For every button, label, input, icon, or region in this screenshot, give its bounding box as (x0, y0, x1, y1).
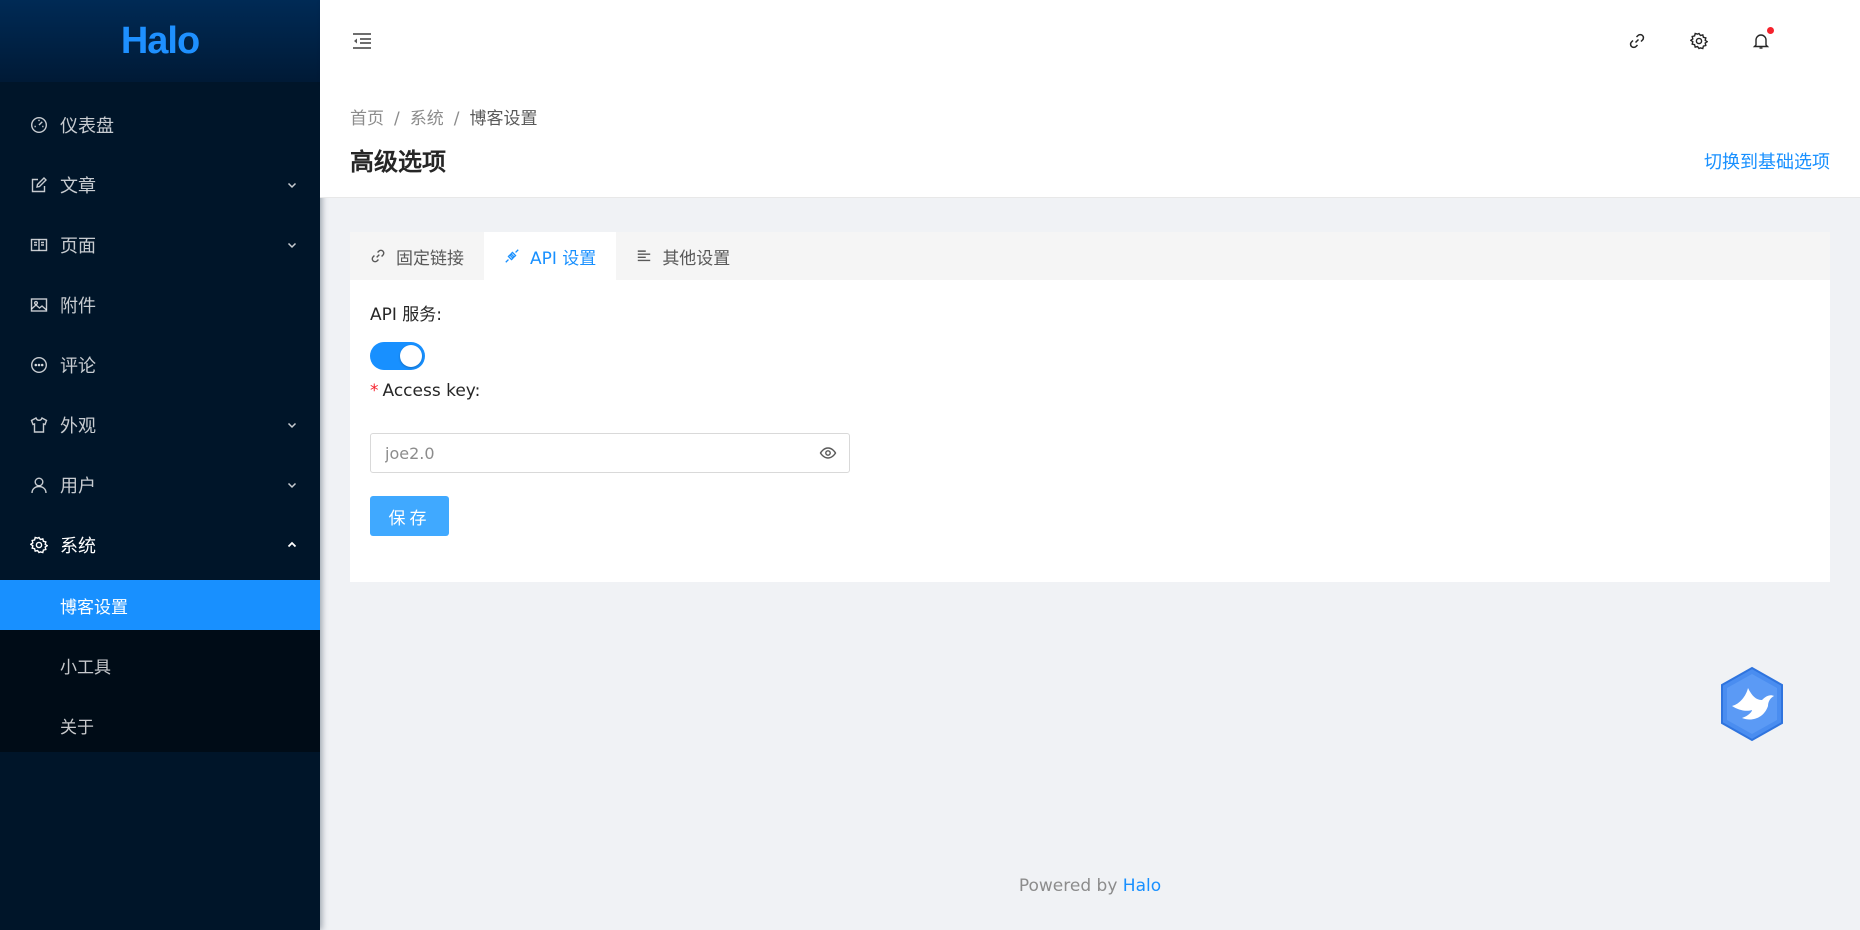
switch-basic-options-link[interactable]: 切换到基础选项 (1704, 148, 1830, 174)
floating-helper-bird-icon[interactable] (1718, 666, 1786, 742)
page-title: 高级选项 (350, 148, 446, 176)
breadcrumb-system[interactable]: 系统 (410, 109, 444, 129)
sidebar-item-posts[interactable]: 文章 (0, 160, 320, 210)
chevron-down-icon (286, 179, 298, 191)
sidebar-item-users[interactable]: 用户 (0, 460, 320, 510)
switch-knob (400, 345, 422, 367)
bell-icon[interactable] (1752, 27, 1774, 50)
sidebar-item-label: 页面 (60, 236, 96, 257)
sidebar-item-label: 用户 (60, 476, 96, 497)
tab-permalink[interactable]: 固定链接 (350, 232, 484, 280)
link-icon (370, 248, 386, 264)
access-key-input[interactable] (371, 434, 819, 472)
message-icon (30, 356, 48, 374)
breadcrumb-current: 博客设置 (469, 109, 538, 129)
sidebar: Halo 仪表盘 文章 页面 附件 评论 外观 用户 系统 博客设置 小工具 关… (0, 0, 320, 930)
footer-halo-link[interactable]: Halo (1123, 876, 1161, 896)
sidebar-item-tools[interactable]: 小工具 (0, 640, 320, 690)
chevron-up-icon (286, 539, 298, 551)
book-icon (30, 236, 48, 254)
sidebar-item-comments[interactable]: 评论 (0, 340, 320, 390)
app-root: Halo 仪表盘 文章 页面 附件 评论 外观 用户 系统 博客设置 小工具 关… (0, 0, 1860, 930)
chevron-down-icon (286, 239, 298, 251)
footer-text: Powered by (1018, 876, 1123, 896)
picture-icon (30, 296, 48, 314)
settings-card: 固定链接 API 设置 其他设置 API 服务: * Access key: j… (350, 232, 1830, 582)
sidebar-item-label: 小工具 (60, 657, 111, 678)
footer: Powered by Halo (320, 876, 1860, 896)
logo-text: Halo (120, 19, 200, 62)
sidebar-item-label: 系统 (60, 536, 96, 557)
sidebar-item-appearance[interactable]: 外观 (0, 400, 320, 450)
link-icon[interactable] (1628, 32, 1646, 50)
sidebar-item-label: 外观 (60, 416, 96, 437)
required-mark: * (370, 381, 379, 401)
eye-icon[interactable] (819, 444, 837, 462)
notification-badge (1767, 27, 1774, 34)
sidebar-item-about[interactable]: 关于 (0, 700, 320, 750)
sidebar-item-attachments[interactable]: 附件 (0, 280, 320, 330)
breadcrumb: 首页 / 系统 / 博客设置 (350, 104, 537, 129)
align-left-icon (636, 248, 652, 264)
menu-fold-icon[interactable] (350, 29, 374, 53)
top-header (320, 0, 1860, 82)
sidebar-item-label: 附件 (60, 296, 96, 317)
edit-icon (30, 176, 48, 194)
breadcrumb-separator: / (394, 109, 400, 129)
api-service-label: API 服务: (370, 305, 443, 325)
chevron-down-icon (286, 479, 298, 491)
sidebar-item-dashboard[interactable]: 仪表盘 (0, 100, 320, 150)
sidebar-item-label: 评论 (60, 356, 96, 377)
api-service-switch[interactable] (370, 342, 425, 370)
access-key-field (370, 433, 850, 473)
sidebar-menu: 仪表盘 文章 页面 附件 评论 外观 用户 系统 (0, 82, 320, 570)
setting-icon[interactable] (1690, 32, 1708, 50)
api-icon (504, 248, 520, 264)
header-actions (1628, 27, 1774, 50)
logo[interactable]: Halo (0, 0, 320, 82)
sidebar-item-pages[interactable]: 页面 (0, 220, 320, 270)
access-key-label: Access key: (382, 381, 481, 401)
tab-label: 固定链接 (396, 248, 464, 269)
tab-label: API 设置 (530, 248, 597, 269)
sidebar-item-label: 文章 (60, 176, 96, 197)
save-button[interactable]: 保存 (370, 496, 449, 536)
sidebar-item-label: 关于 (60, 717, 94, 738)
chevron-down-icon (286, 419, 298, 431)
api-settings-panel: API 服务: *Access key: 保存 (350, 280, 1830, 582)
sidebar-item-blog-settings[interactable]: 博客设置 (0, 580, 320, 630)
sidebar-item-label: 博客设置 (60, 597, 128, 618)
tab-label: 其他设置 (662, 248, 731, 269)
access-key-label-row: * Access key: (370, 381, 480, 401)
user-icon (30, 476, 48, 494)
page-header: 首页 / 系统 / 博客设置 高级选项 切换到基础选项 (320, 82, 1860, 198)
setting-icon (30, 536, 48, 554)
tab-other-settings[interactable]: 其他设置 (616, 232, 750, 280)
breadcrumb-separator: / (453, 109, 460, 129)
skin-icon (30, 416, 48, 434)
tabs-bar: 固定链接 API 设置 其他设置 (350, 232, 1830, 280)
dashboard-icon (30, 116, 48, 134)
sidebar-item-system[interactable]: 系统 (0, 520, 320, 570)
breadcrumb-home[interactable]: 首页 (350, 109, 384, 129)
system-submenu: 博客设置 小工具 关于 (0, 580, 320, 752)
sidebar-item-label: 仪表盘 (60, 116, 114, 137)
tab-api-settings[interactable]: API 设置 (484, 232, 617, 280)
